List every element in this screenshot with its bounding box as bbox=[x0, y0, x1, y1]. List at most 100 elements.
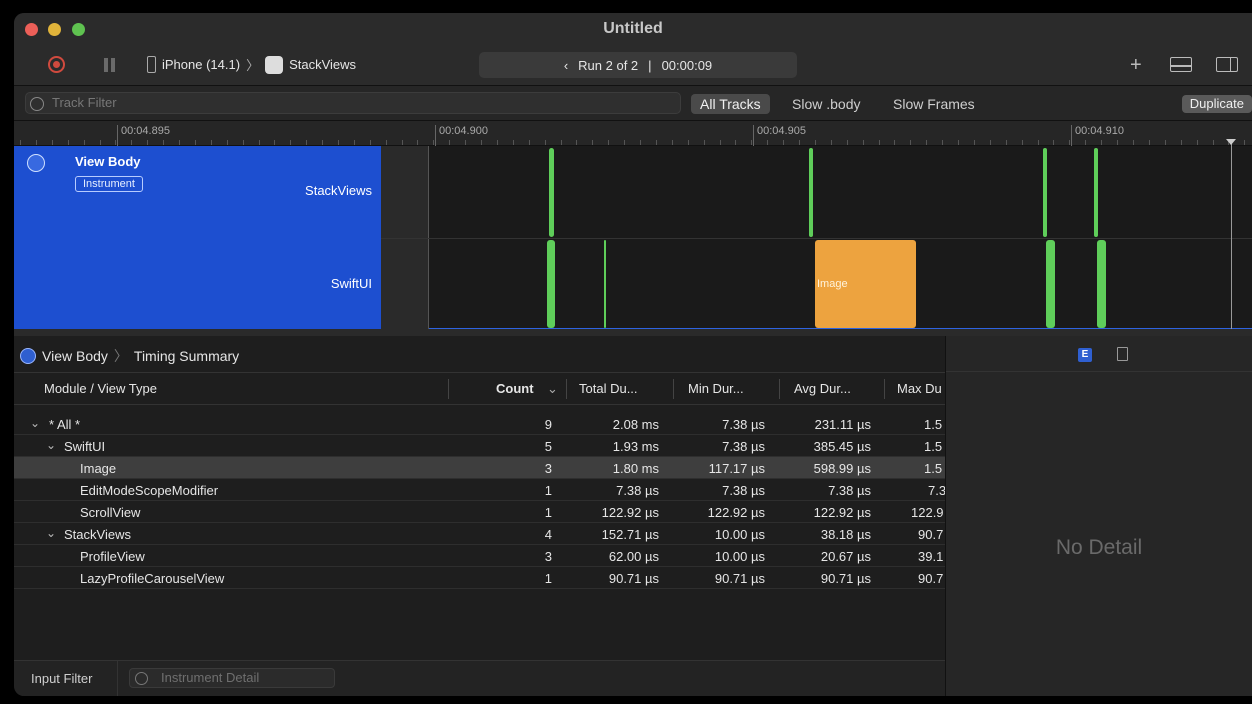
duplicate-button[interactable]: Duplicate bbox=[1181, 95, 1252, 113]
run-selector[interactable]: ‹ Run 2 of 2 | 00:00:09 bbox=[479, 52, 797, 78]
pause-button[interactable] bbox=[104, 58, 115, 72]
tab-all-tracks[interactable]: All Tracks bbox=[691, 94, 770, 114]
ruler-minor-tick bbox=[1181, 140, 1182, 145]
interval-mark[interactable] bbox=[547, 240, 555, 328]
breadcrumb-view-body[interactable]: View Body bbox=[42, 348, 108, 364]
toolbar: Untitled iPhone (14.1) 〉 StackViews ‹ Ru… bbox=[14, 13, 1252, 86]
run-separator: | bbox=[648, 57, 652, 73]
summary-table: ⌄ * All * 9 2.08 ms 7.38 µs 231.11 µs 1.… bbox=[14, 413, 945, 589]
column-divider[interactable] bbox=[448, 379, 449, 399]
column-divider[interactable] bbox=[566, 379, 567, 399]
split-divider[interactable] bbox=[14, 329, 1252, 336]
table-row[interactable]: ⌄ * All * 9 2.08 ms 7.38 µs 231.11 µs 1.… bbox=[14, 413, 945, 435]
row-avg: 90.71 µs bbox=[820, 571, 871, 586]
time-ruler[interactable]: 00:04.895 00:04.900 00:04.905 00:04.910 bbox=[14, 121, 1252, 146]
table-row[interactable]: ScrollView 1 122.92 µs 122.92 µs 122.92 … bbox=[14, 501, 945, 523]
column-total-duration[interactable]: Total Du... bbox=[579, 381, 638, 396]
extended-detail-tab-icon[interactable]: E bbox=[1078, 348, 1092, 362]
plus-icon[interactable]: + bbox=[1130, 54, 1142, 77]
target-selector[interactable]: iPhone (14.1) 〉 StackViews bbox=[147, 55, 356, 74]
bottom-panel-toggle-icon[interactable] bbox=[1170, 57, 1192, 72]
column-module[interactable]: Module / View Type bbox=[44, 381, 157, 396]
filter-icon bbox=[135, 672, 148, 685]
column-avg-duration[interactable]: Avg Dur... bbox=[794, 381, 851, 396]
run-time: 00:00:09 bbox=[661, 57, 713, 73]
table-row[interactable]: LazyProfileCarouselView 1 90.71 µs 90.71… bbox=[14, 567, 945, 589]
ruler-minor-tick bbox=[735, 140, 736, 145]
instruments-window: Untitled iPhone (14.1) 〉 StackViews ‹ Ru… bbox=[14, 13, 1252, 696]
row-total: 1.80 ms bbox=[612, 461, 659, 476]
column-max-duration[interactable]: Max Du bbox=[897, 381, 942, 396]
lane-divider bbox=[381, 238, 1252, 239]
interval-mark[interactable] bbox=[1094, 148, 1098, 237]
column-divider[interactable] bbox=[779, 379, 780, 399]
ruler-minor-tick bbox=[433, 140, 434, 145]
table-row-selected[interactable]: Image 3 1.80 ms 117.17 µs 598.99 µs 1.5 bbox=[14, 457, 945, 479]
ruler-minor-tick bbox=[195, 140, 196, 145]
record-button[interactable] bbox=[48, 56, 65, 73]
row-count: 9 bbox=[544, 417, 552, 432]
ruler-minor-tick bbox=[290, 140, 291, 145]
chevron-right-icon: 〉 bbox=[246, 58, 260, 73]
row-avg: 231.11 µs bbox=[814, 417, 871, 432]
row-avg: 385.45 µs bbox=[813, 439, 871, 454]
app-name: StackViews bbox=[289, 57, 357, 72]
table-row[interactable]: ⌄ SwiftUI 5 1.93 ms 7.38 µs 385.45 µs 1.… bbox=[14, 435, 945, 457]
table-row[interactable]: ⌄ StackViews 4 152.71 µs 10.00 µs 38.18 … bbox=[14, 523, 945, 545]
playhead[interactable] bbox=[1231, 140, 1232, 331]
inspector-tabs: E bbox=[946, 336, 1252, 372]
row-name: LazyProfileCarouselView bbox=[80, 571, 225, 586]
ruler-minor-tick bbox=[1165, 140, 1166, 145]
sort-descending-icon[interactable]: ⌄ bbox=[547, 381, 558, 397]
interval-mark[interactable] bbox=[604, 240, 606, 328]
track-filter-input[interactable]: Track Filter bbox=[25, 92, 681, 114]
ruler-tick-label: 00:04.905 bbox=[753, 125, 806, 146]
column-min-duration[interactable]: Min Dur... bbox=[688, 381, 744, 396]
row-min: 10.00 µs bbox=[714, 549, 765, 564]
ruler-minor-tick bbox=[863, 140, 864, 145]
lane-label-swiftui: SwiftUI bbox=[330, 276, 372, 291]
right-panel-toggle-icon[interactable] bbox=[1216, 57, 1238, 72]
breadcrumb-timing-summary[interactable]: Timing Summary bbox=[134, 348, 239, 364]
track-header[interactable]: View Body Instrument StackViews SwiftUI bbox=[14, 146, 381, 329]
ruler-minor-tick bbox=[1244, 140, 1245, 145]
interval-mark[interactable] bbox=[1097, 240, 1106, 328]
interval-mark[interactable] bbox=[1043, 148, 1047, 237]
ruler-minor-tick bbox=[672, 140, 673, 145]
row-avg: 20.67 µs bbox=[820, 549, 871, 564]
chevron-left-icon[interactable]: ‹ bbox=[564, 58, 568, 73]
tab-slow-body[interactable]: Slow .body bbox=[783, 94, 869, 114]
disclosure-expanded-icon[interactable]: ⌄ bbox=[46, 438, 56, 452]
track-title: View Body bbox=[75, 154, 141, 169]
ruler-minor-tick bbox=[449, 140, 450, 145]
iphone-icon bbox=[147, 56, 156, 73]
interval-mark[interactable] bbox=[549, 148, 554, 237]
column-divider[interactable] bbox=[884, 379, 885, 399]
playhead-handle[interactable] bbox=[1226, 139, 1236, 145]
interval-mark[interactable] bbox=[1046, 240, 1055, 328]
ruler-minor-tick bbox=[831, 140, 832, 145]
document-icon[interactable] bbox=[1117, 347, 1128, 361]
ruler-minor-tick bbox=[20, 140, 21, 145]
ruler-minor-tick bbox=[1069, 140, 1070, 145]
ruler-minor-tick bbox=[1085, 140, 1086, 145]
ruler-minor-tick bbox=[529, 140, 530, 145]
row-total: 122.92 µs bbox=[601, 505, 659, 520]
column-count[interactable]: Count bbox=[496, 381, 534, 396]
image-interval-block[interactable]: Image bbox=[815, 240, 916, 328]
input-filter-button[interactable]: Input Filter bbox=[31, 671, 92, 686]
ruler-minor-tick bbox=[402, 140, 403, 145]
row-name: EditModeScopeModifier bbox=[80, 483, 219, 498]
instrument-detail-input[interactable]: Instrument Detail bbox=[129, 668, 335, 688]
tab-slow-frames[interactable]: Slow Frames bbox=[884, 94, 984, 114]
interval-mark[interactable] bbox=[809, 148, 813, 237]
ruler-minor-tick bbox=[704, 140, 705, 145]
row-max: 7.3 bbox=[928, 483, 945, 498]
table-row[interactable]: EditModeScopeModifier 1 7.38 µs 7.38 µs … bbox=[14, 479, 945, 501]
table-row[interactable]: ProfileView 3 62.00 µs 10.00 µs 20.67 µs… bbox=[14, 545, 945, 567]
disclosure-expanded-icon[interactable]: ⌄ bbox=[46, 526, 56, 540]
column-divider[interactable] bbox=[673, 379, 674, 399]
disclosure-expanded-icon[interactable]: ⌄ bbox=[30, 416, 40, 430]
row-total: 62.00 µs bbox=[608, 549, 659, 564]
ruler-tick-label: 00:04.910 bbox=[1071, 125, 1124, 146]
